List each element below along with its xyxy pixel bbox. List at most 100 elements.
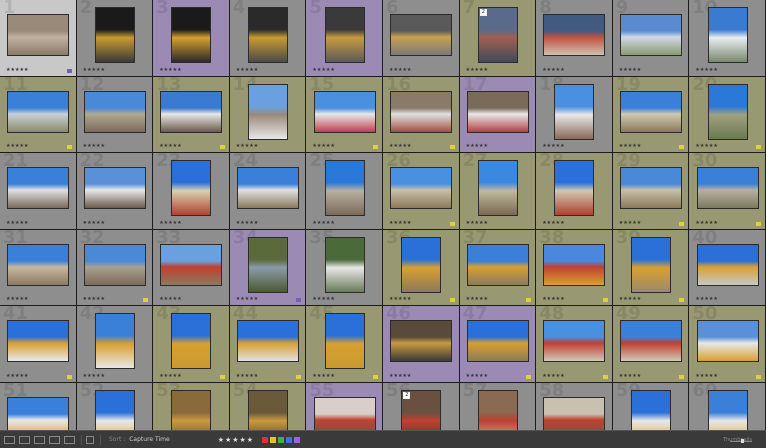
thumbnail-cell[interactable]: 5 ★★★★★ (306, 0, 383, 77)
thumbnail-cell[interactable]: 60 (689, 382, 766, 430)
photo-thumbnail[interactable] (171, 313, 212, 370)
star-rating[interactable]: ★★★★★ (236, 373, 258, 379)
thumbnail-cell[interactable]: 36 ★★★★★ (383, 229, 460, 306)
star-rating[interactable]: ★★★★★ (466, 144, 488, 149)
photo-thumbnail[interactable] (554, 83, 595, 140)
thumbnail-cell[interactable]: 56 2 (383, 382, 460, 430)
thumbnail-cell[interactable]: 54 (229, 382, 307, 430)
thumbnail-cell[interactable]: 8 ★★★★★ (536, 0, 613, 77)
star-rating[interactable]: ★★★★★ (6, 373, 28, 379)
thumbnail-cell[interactable]: 49 ★★★★★ (612, 306, 690, 383)
star-rating[interactable]: ★★★★★ (389, 144, 411, 149)
slider-handle[interactable] (741, 439, 744, 443)
photo-thumbnail[interactable] (543, 243, 606, 286)
star-rating[interactable]: ★★★★★ (312, 220, 334, 226)
thumbnail-cell[interactable]: 44 ★★★★★ (229, 306, 307, 383)
photo-thumbnail[interactable] (401, 236, 442, 293)
thumbnail-cell[interactable]: 9 ★★★★★ (612, 0, 690, 77)
photo-thumbnail[interactable] (696, 167, 759, 210)
stack-count-badge[interactable]: 2 (403, 391, 411, 399)
thumbnail-cell[interactable]: 34 ★★★★★ (229, 229, 307, 306)
thumbnail-cell[interactable]: 33 ★★★★★ (153, 229, 230, 306)
photo-thumbnail[interactable] (696, 243, 759, 286)
sort-select[interactable]: Capture Time (129, 436, 169, 443)
star-rating[interactable]: ★★★★★ (83, 67, 105, 73)
thumbnail-cell[interactable]: 55 (306, 382, 383, 430)
photo-thumbnail[interactable] (83, 167, 146, 210)
star-rating[interactable]: ★★★★★ (389, 373, 411, 379)
photo-thumbnail[interactable] (313, 396, 376, 430)
thumbnail-cell[interactable]: 12 ★★★★★ (76, 76, 154, 153)
star-rating[interactable]: ★★★★★ (619, 67, 641, 73)
photo-thumbnail[interactable] (7, 243, 70, 286)
star-rating[interactable]: ★★★★★ (389, 220, 411, 226)
photo-thumbnail[interactable] (543, 320, 606, 363)
star-rating[interactable]: ★★★★★ (83, 373, 105, 379)
star-rating[interactable]: ★★★★★ (83, 220, 105, 226)
photo-thumbnail[interactable] (324, 160, 365, 217)
star-rating[interactable]: ★★★★★ (389, 67, 411, 73)
star-rating[interactable]: ★★★★★ (6, 67, 28, 73)
photo-thumbnail[interactable] (696, 320, 759, 363)
thumbnail-cell[interactable]: 58 (536, 382, 613, 430)
thumbnail-cell[interactable]: 41 ★★★★★ (0, 306, 77, 383)
star-rating[interactable]: ★★★★★ (466, 373, 488, 379)
photo-thumbnail[interactable] (390, 167, 453, 210)
star-rating[interactable]: ★★★★★ (312, 373, 334, 379)
photo-thumbnail[interactable] (7, 90, 70, 133)
thumbnail-cell[interactable]: 52 (76, 382, 154, 430)
star-rating[interactable]: ★★★★★ (466, 220, 488, 226)
thumbnail-cell[interactable]: 26 ★★★★★ (383, 153, 460, 230)
thumbnail-cell[interactable]: 13 ★★★★★ (153, 76, 230, 153)
thumbnail-size-slider[interactable] (730, 439, 752, 443)
photo-thumbnail[interactable] (248, 7, 289, 64)
compare-view-button[interactable] (34, 435, 45, 444)
photo-thumbnail[interactable] (543, 14, 606, 57)
photo-thumbnail[interactable] (83, 90, 146, 133)
thumbnail-cell[interactable]: 17 ★★★★★ (459, 76, 537, 153)
thumbnail-cell[interactable]: 6 ★★★★★ (383, 0, 460, 77)
thumbnail-cell[interactable]: 43 ★★★★★ (153, 306, 230, 383)
photo-thumbnail[interactable] (620, 14, 683, 57)
star-rating[interactable]: ★★★★★ (83, 297, 105, 302)
photo-thumbnail[interactable] (160, 90, 223, 133)
painter-icon[interactable] (86, 435, 94, 444)
rating-filter-stars[interactable]: ★★★★★ (218, 436, 254, 444)
thumbnail-cell[interactable]: 48 ★★★★★ (536, 306, 613, 383)
thumbnail-cell[interactable]: 15 ★★★★★ (306, 76, 383, 153)
star-rating[interactable]: ★★★★★ (542, 373, 564, 379)
photo-thumbnail[interactable] (248, 236, 289, 293)
thumbnail-cell[interactable]: 29 ★★★★★ (612, 153, 690, 230)
thumbnail-cell[interactable]: 57 (459, 382, 537, 430)
photo-thumbnail[interactable] (707, 389, 748, 430)
star-rating[interactable]: ★★★★★ (83, 144, 105, 149)
photo-thumbnail[interactable] (248, 389, 289, 430)
star-rating[interactable]: ★★★★★ (619, 220, 641, 226)
photo-thumbnail[interactable] (466, 243, 529, 286)
color-label-swatch[interactable] (294, 436, 301, 443)
photo-thumbnail[interactable] (390, 14, 453, 57)
thumbnail-cell[interactable]: 46 ★★★★★ (383, 306, 460, 383)
thumbnail-cell[interactable]: 53 (153, 382, 230, 430)
photo-thumbnail[interactable] (707, 7, 748, 64)
photo-thumbnail[interactable] (324, 236, 365, 293)
star-rating[interactable]: ★★★★★ (619, 144, 641, 149)
thumbnail-cell[interactable]: 28 ★★★★★ (536, 153, 613, 230)
star-rating[interactable]: ★★★★★ (542, 220, 564, 226)
star-rating[interactable]: ★★★★★ (619, 297, 641, 302)
thumbnail-cell[interactable]: 39 ★★★★★ (612, 229, 690, 306)
star-rating[interactable]: ★★★★★ (619, 373, 641, 379)
star-rating[interactable]: ★★★★★ (236, 297, 258, 302)
star-rating[interactable]: ★★★★★ (466, 297, 488, 302)
photo-thumbnail[interactable] (477, 389, 518, 430)
thumbnail-cell[interactable]: 14 ★★★★★ (229, 76, 307, 153)
photo-thumbnail[interactable] (171, 389, 212, 430)
thumbnail-cell[interactable]: 31 ★★★★★ (0, 229, 77, 306)
star-rating[interactable]: ★★★★★ (312, 67, 334, 73)
star-rating[interactable]: ★★★★★ (312, 297, 334, 302)
photo-thumbnail[interactable] (324, 313, 365, 370)
color-label-swatch[interactable] (270, 436, 277, 443)
photo-thumbnail[interactable] (466, 320, 529, 363)
thumbnail-cell[interactable]: 10 ★★★★★ (689, 0, 766, 77)
photo-thumbnail[interactable] (83, 243, 146, 286)
